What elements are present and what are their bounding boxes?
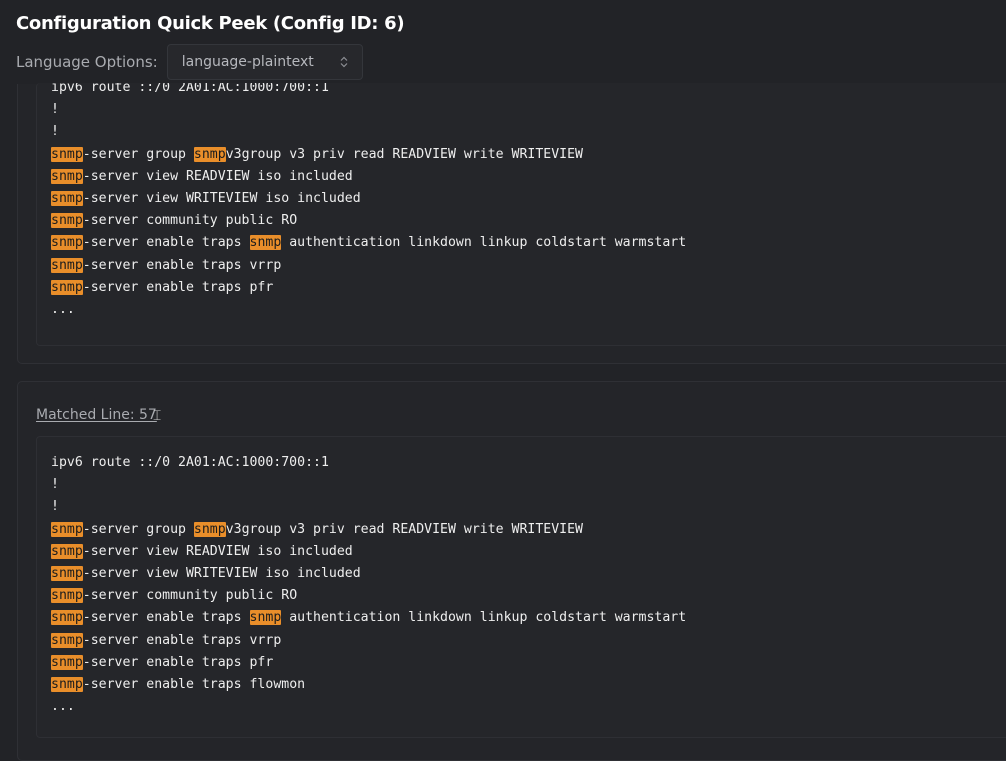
code-line: ! bbox=[51, 499, 59, 514]
code-content-2: ipv6 route ::/0 2A01:AC:1000:700::1 ! ! … bbox=[37, 437, 1006, 718]
code-text: -server view WRITEVIEW iso included bbox=[82, 191, 361, 207]
search-highlight: snmp bbox=[51, 279, 83, 295]
code-text: -server enable traps bbox=[82, 235, 250, 251]
result-card-2: Matched Line: 57⌶ ipv6 route ::/0 2A01:A… bbox=[17, 381, 1006, 761]
code-line: ipv6 route ::/0 2A01:AC:1000:700::1 bbox=[51, 83, 329, 95]
code-text: -server enable traps vrrp bbox=[82, 257, 282, 273]
language-options-row: Language Options: language-plaintext bbox=[16, 42, 1006, 82]
code-line: snmp-server enable traps vrrp bbox=[51, 257, 282, 273]
code-text: v3group v3 priv read READVIEW write WRIT… bbox=[225, 146, 583, 162]
code-text: ipv6 route ::/0 2A01:AC:1000:700::1 bbox=[51, 455, 329, 470]
language-select-value: language-plaintext bbox=[181, 54, 314, 70]
search-highlight: snmp bbox=[193, 146, 226, 162]
matched-line-label: Matched Line: 57 bbox=[36, 407, 157, 423]
code-line: ipv6 route ::/0 2A01:AC:1000:700::1 bbox=[51, 455, 329, 470]
code-line: ! bbox=[51, 102, 59, 117]
code-text: ! bbox=[51, 102, 59, 118]
code-block-2: ipv6 route ::/0 2A01:AC:1000:700::1 ! ! … bbox=[36, 436, 1006, 738]
code-text: authentication linkdown linkup coldstart… bbox=[281, 610, 687, 626]
code-text: -server group bbox=[82, 146, 194, 162]
code-line: snmp-server community public RO bbox=[51, 588, 298, 604]
language-select[interactable]: language-plaintext bbox=[166, 44, 363, 80]
page-title: Configuration Quick Peek (Config ID: 6) bbox=[16, 13, 405, 34]
code-line: snmp-server enable traps pfr bbox=[51, 279, 274, 295]
code-text: ipv6 route ::/0 2A01:AC:1000:700::1 bbox=[51, 83, 329, 95]
code-text: -server enable traps pfr bbox=[82, 654, 274, 670]
code-line: snmp-server enable traps flowmon bbox=[51, 677, 306, 693]
code-content-1: ipv6 route ::/0 2A01:AC:1000:700::1 ! ! … bbox=[37, 83, 1006, 321]
code-text: -server community public RO bbox=[82, 588, 298, 604]
code-line: snmp-server enable traps snmp authentica… bbox=[51, 235, 687, 251]
code-line: ... bbox=[51, 302, 75, 317]
code-line: ... bbox=[51, 699, 75, 714]
code-text: ! bbox=[51, 477, 59, 493]
search-highlight: snmp bbox=[51, 168, 83, 184]
search-highlight: snmp bbox=[51, 566, 83, 582]
code-text: -server community public RO bbox=[82, 213, 298, 229]
code-line: ! bbox=[51, 477, 59, 492]
code-text: ... bbox=[51, 699, 75, 715]
code-line: snmp-server view WRITEVIEW iso included bbox=[51, 566, 361, 582]
search-highlight: snmp bbox=[51, 610, 83, 626]
code-line: snmp-server community public RO bbox=[51, 213, 298, 229]
code-line: snmp-server group snmpv3group v3 priv re… bbox=[51, 146, 583, 162]
search-highlight: snmp bbox=[51, 654, 83, 670]
code-text: -server enable traps bbox=[82, 610, 250, 626]
search-highlight: snmp bbox=[51, 235, 83, 251]
code-line: snmp-server view READVIEW iso included bbox=[51, 168, 353, 184]
search-highlight: snmp bbox=[51, 677, 83, 693]
search-highlight: snmp bbox=[51, 521, 83, 537]
code-line: snmp-server enable traps snmp authentica… bbox=[51, 610, 687, 626]
search-highlight: snmp bbox=[51, 146, 83, 162]
code-text: ! bbox=[51, 124, 59, 140]
search-highlight: snmp bbox=[249, 610, 282, 626]
code-text: -server view WRITEVIEW iso included bbox=[82, 566, 361, 582]
code-line: snmp-server enable traps pfr bbox=[51, 654, 274, 670]
code-text: -server group bbox=[82, 521, 194, 537]
code-line: ! bbox=[51, 124, 59, 139]
code-line: snmp-server view READVIEW iso included bbox=[51, 543, 353, 559]
code-text: -server view READVIEW iso included bbox=[82, 543, 353, 559]
search-highlight: snmp bbox=[51, 213, 83, 229]
code-text: ! bbox=[51, 499, 59, 515]
code-text: v3group v3 priv read READVIEW write WRIT… bbox=[225, 521, 583, 537]
code-block-1: ipv6 route ::/0 2A01:AC:1000:700::1 ! ! … bbox=[36, 83, 1006, 346]
code-line: snmp-server enable traps vrrp bbox=[51, 632, 282, 648]
search-highlight: snmp bbox=[193, 521, 226, 537]
search-highlight: snmp bbox=[51, 191, 83, 207]
header: Configuration Quick Peek (Config ID: 6) … bbox=[16, 10, 1006, 82]
search-highlight: snmp bbox=[51, 632, 83, 648]
search-highlight: snmp bbox=[249, 235, 282, 251]
search-highlight: snmp bbox=[51, 543, 83, 559]
code-text: -server enable traps flowmon bbox=[82, 677, 306, 693]
chevron-updown-icon bbox=[340, 56, 348, 68]
code-text: -server enable traps vrrp bbox=[82, 632, 282, 648]
search-highlight: snmp bbox=[51, 257, 83, 273]
code-text: authentication linkdown linkup coldstart… bbox=[281, 235, 687, 251]
code-line: snmp-server view WRITEVIEW iso included bbox=[51, 191, 361, 207]
text-cursor-icon: ⌶ bbox=[152, 408, 162, 424]
code-text: -server enable traps pfr bbox=[82, 279, 274, 295]
matched-line-link[interactable]: Matched Line: 57⌶ bbox=[36, 407, 161, 424]
code-text: -server view READVIEW iso included bbox=[82, 168, 353, 184]
search-highlight: snmp bbox=[51, 588, 83, 604]
code-line: snmp-server group snmpv3group v3 priv re… bbox=[51, 521, 583, 537]
result-card-1: ipv6 route ::/0 2A01:AC:1000:700::1 ! ! … bbox=[17, 83, 1006, 364]
code-text: ... bbox=[51, 302, 75, 318]
language-options-label: Language Options: bbox=[16, 53, 158, 71]
